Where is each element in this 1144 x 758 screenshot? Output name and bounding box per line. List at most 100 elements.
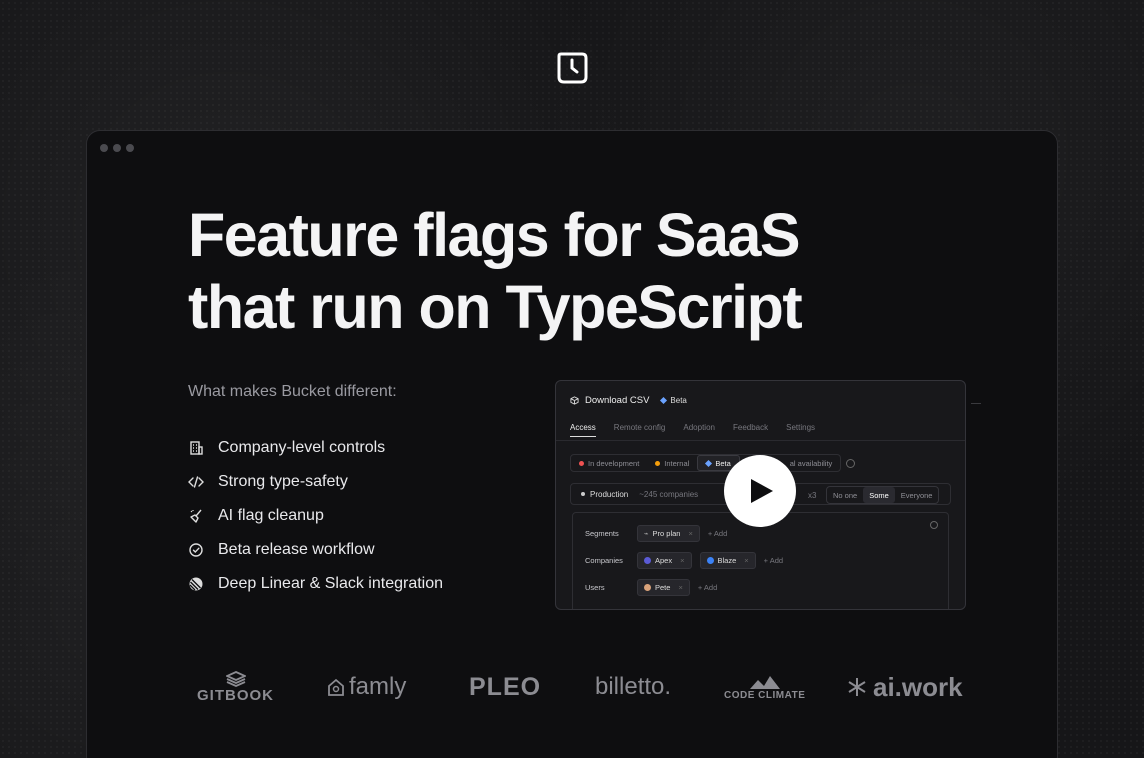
gitbook-logo-icon bbox=[225, 670, 246, 687]
subheading: What makes Bucket different: bbox=[188, 383, 397, 400]
logo-text: PLEO bbox=[469, 672, 542, 701]
famly-logo: famly bbox=[326, 667, 406, 707]
logo-text: ai.work bbox=[873, 671, 963, 702]
add-label: Add bbox=[769, 556, 784, 565]
preview-title: Download CSV bbox=[585, 395, 650, 406]
diamond-icon bbox=[705, 459, 713, 467]
broom-icon bbox=[188, 508, 218, 524]
linear-icon bbox=[188, 576, 218, 592]
preview-tabs: Access Remote config Adoption Feedback S… bbox=[570, 423, 815, 437]
users-row: Users Pete × + Add bbox=[585, 579, 717, 596]
code-icon bbox=[188, 474, 218, 490]
environment-name: Production bbox=[590, 489, 629, 499]
add-label: Add bbox=[703, 583, 718, 592]
aiwork-logo: ai.work bbox=[847, 667, 963, 707]
add-user-button[interactable]: + Add bbox=[698, 583, 717, 592]
segment-chip[interactable]: ⌁ Pro plan × bbox=[637, 525, 700, 542]
multiplier: x3 bbox=[808, 491, 817, 500]
stage-dot bbox=[579, 460, 584, 466]
box-icon bbox=[570, 396, 579, 405]
feature-label: Company-level controls bbox=[218, 439, 386, 456]
chip-label: Apex bbox=[655, 556, 673, 565]
stage-label: Internal bbox=[664, 458, 690, 468]
logo-text: famly bbox=[349, 673, 407, 700]
headline-line-1: Feature flags for SaaS bbox=[188, 201, 801, 269]
tab-access[interactable]: Access bbox=[570, 423, 596, 437]
segment-icon: ⌁ bbox=[644, 529, 649, 538]
audience-toggle: No one Some Everyone bbox=[826, 486, 940, 504]
stage-selector: In development Internal Beta al availabi… bbox=[570, 454, 842, 472]
window-dot bbox=[100, 144, 108, 152]
window-dot bbox=[126, 144, 134, 152]
info-icon[interactable] bbox=[930, 521, 938, 529]
user-chip[interactable]: Pete × bbox=[637, 579, 690, 596]
beta-badge: Beta bbox=[660, 396, 687, 405]
hero-headline: Feature flags for SaaS that run on TypeS… bbox=[188, 199, 888, 343]
code-climate-logo-icon bbox=[749, 675, 780, 689]
customer-logos: GITBOOK famly PLEO billetto. CODE CLIMAT… bbox=[197, 667, 977, 707]
feature-item: Beta release workflow bbox=[188, 533, 443, 567]
browser-window: Feature flags for SaaS that run on TypeS… bbox=[86, 130, 1058, 758]
user-avatar bbox=[644, 584, 651, 591]
stage-label: Beta bbox=[715, 458, 731, 468]
code-climate-logo: CODE CLIMATE bbox=[724, 667, 805, 707]
feature-label: Strong type-safety bbox=[218, 473, 348, 490]
tab-feedback[interactable]: Feedback bbox=[733, 423, 768, 437]
environment-dot bbox=[581, 492, 585, 496]
remove-icon[interactable]: × bbox=[688, 529, 692, 538]
stage-dot bbox=[655, 460, 661, 466]
tab-remote-config[interactable]: Remote config bbox=[614, 423, 666, 437]
feature-label: AI flag cleanup bbox=[218, 507, 324, 524]
window-controls bbox=[100, 144, 134, 152]
stage-in-development[interactable]: In development bbox=[571, 455, 647, 471]
famly-logo-icon bbox=[328, 678, 344, 696]
beta-badge-label: Beta bbox=[670, 396, 687, 405]
window-dot bbox=[113, 144, 121, 152]
add-segment-button[interactable]: + Add bbox=[708, 529, 727, 538]
company-avatar bbox=[706, 557, 714, 564]
add-company-button[interactable]: + Add bbox=[764, 556, 783, 565]
audience-everyone[interactable]: Everyone bbox=[895, 487, 939, 503]
remove-icon[interactable]: × bbox=[744, 556, 748, 565]
headline-line-2: that run on TypeScript bbox=[188, 273, 803, 341]
feature-label: Deep Linear & Slack integration bbox=[218, 575, 444, 592]
gitbook-logo: GITBOOK bbox=[197, 667, 274, 707]
billetto-logo: billetto. bbox=[595, 667, 671, 707]
audience-some[interactable]: Some bbox=[863, 487, 895, 503]
segments-row: Segments ⌁ Pro plan × + Add bbox=[585, 525, 727, 542]
play-video-button[interactable] bbox=[724, 455, 796, 527]
logo-text: GITBOOK bbox=[197, 686, 274, 704]
users-label: Users bbox=[585, 583, 605, 592]
add-label: Add bbox=[713, 529, 728, 538]
chip-label: Blaze bbox=[717, 556, 737, 565]
feature-item: AI flag cleanup bbox=[188, 499, 443, 533]
remove-icon[interactable]: × bbox=[680, 556, 684, 565]
play-icon bbox=[751, 479, 773, 503]
gear-icon[interactable] bbox=[846, 459, 855, 468]
logo-text: billetto. bbox=[595, 673, 672, 700]
companies-row: Companies Apex × Blaze × + Add bbox=[585, 552, 783, 569]
tab-settings[interactable]: Settings bbox=[786, 423, 815, 437]
company-avatar bbox=[644, 557, 651, 564]
feature-item: Deep Linear & Slack integration bbox=[188, 567, 443, 601]
stage-label: al availability bbox=[789, 458, 833, 468]
company-chip[interactable]: Blaze × bbox=[699, 552, 756, 569]
pleo-logo: PLEO bbox=[469, 667, 541, 707]
remove-icon[interactable]: × bbox=[678, 583, 682, 592]
companies-label: Companies bbox=[585, 556, 623, 565]
preview-header: Download CSV Beta bbox=[570, 395, 687, 406]
stage-internal[interactable]: Internal bbox=[647, 455, 697, 471]
feature-item: Company-level controls bbox=[188, 431, 443, 465]
tab-adoption[interactable]: Adoption bbox=[683, 423, 715, 437]
chip-label: Pro plan bbox=[652, 529, 681, 538]
audience-no-one[interactable]: No one bbox=[827, 487, 863, 503]
asterisk-icon bbox=[848, 678, 866, 696]
feature-label: Beta release workflow bbox=[218, 541, 375, 558]
divider bbox=[971, 403, 981, 404]
check-circle-icon bbox=[188, 542, 218, 558]
tab-divider bbox=[556, 440, 965, 441]
feature-item: Strong type-safety bbox=[188, 465, 443, 499]
company-chip[interactable]: Apex × bbox=[637, 552, 692, 569]
bucket-logo-icon[interactable] bbox=[555, 50, 589, 86]
building-icon bbox=[188, 440, 218, 456]
